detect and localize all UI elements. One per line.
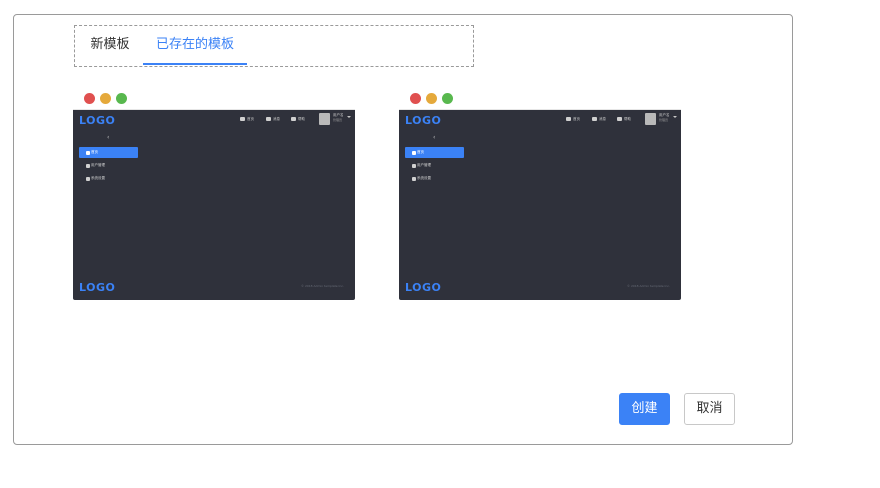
preview-menu-item-home: 首页 <box>79 147 138 158</box>
preview-nav-messages-label: 消息 <box>273 117 280 121</box>
footer-logo: LOGO <box>405 281 442 294</box>
preview-nav-messages-label: 消息 <box>599 117 606 121</box>
preview-menu-item-users: 用户管理 <box>79 160 138 171</box>
message-icon <box>592 117 597 121</box>
preview-nav-messages: 消息 <box>266 117 280 122</box>
chevron-down-icon <box>347 116 351 118</box>
collapse-chevron-icon: ‹ <box>433 134 436 141</box>
preview-menu-label: 用户管理 <box>91 163 105 167</box>
window-titlebar <box>399 86 681 110</box>
preview-nav-help: 帮助 <box>291 117 305 122</box>
home-icon <box>412 151 416 155</box>
preview-nav-home: 首页 <box>566 117 580 122</box>
preview-menu-item-users: 用户管理 <box>405 160 464 171</box>
preview-menu-label: 系统设置 <box>417 176 431 180</box>
preview-user-role: 管理员 <box>659 118 669 122</box>
footer-logo: LOGO <box>79 281 116 294</box>
home-icon <box>566 117 571 121</box>
preview-user-role: 管理员 <box>333 118 343 122</box>
preview-copyright: © 2018 Admin template Inc. <box>627 284 670 288</box>
home-icon <box>86 151 90 155</box>
window-titlebar <box>73 86 355 110</box>
template-thumbnail-1[interactable]: LOGO 首页 消息 帮助 用户名 管理员 ‹ 首页 用户管理 系统设置 LOG… <box>73 86 355 300</box>
tab-new-template[interactable]: 新模板 <box>83 26 137 65</box>
message-icon <box>266 117 271 121</box>
preview-nav-home-label: 首页 <box>247 117 254 121</box>
create-button[interactable]: 创建 <box>619 393 670 425</box>
help-icon <box>291 117 296 121</box>
user-icon <box>412 164 416 168</box>
preview-menu-item-settings: 系统设置 <box>405 173 464 184</box>
user-icon <box>86 164 90 168</box>
preview-nav-help-label: 帮助 <box>298 117 305 121</box>
home-icon <box>240 117 245 121</box>
cancel-button[interactable]: 取消 <box>684 393 735 425</box>
tab-existing-templates[interactable]: 已存在的模板 <box>143 26 247 65</box>
close-dot-icon <box>84 93 95 104</box>
maximize-dot-icon <box>442 93 453 104</box>
preview-copyright: © 2018 Admin template Inc. <box>301 284 344 288</box>
avatar <box>319 113 330 125</box>
template-tabs: 新模板 已存在的模板 <box>74 25 474 67</box>
preview-menu-item-home: 首页 <box>405 147 464 158</box>
gear-icon <box>86 177 90 181</box>
preview-nav-home-label: 首页 <box>573 117 580 121</box>
preview-menu-label: 系统设置 <box>91 176 105 180</box>
template-thumbnail-2[interactable]: LOGO 首页 消息 帮助 用户名 管理员 ‹ 首页 用户管理 系统设置 LOG… <box>399 86 681 300</box>
help-icon <box>617 117 622 121</box>
maximize-dot-icon <box>116 93 127 104</box>
chevron-down-icon <box>673 116 677 118</box>
template-preview-screen: LOGO 首页 消息 帮助 用户名 管理员 ‹ 首页 用户管理 系统设置 LOG… <box>399 110 681 300</box>
gear-icon <box>412 177 416 181</box>
minimize-dot-icon <box>426 93 437 104</box>
close-dot-icon <box>410 93 421 104</box>
preview-menu-label: 首页 <box>91 150 98 154</box>
preview-nav-help: 帮助 <box>617 117 631 122</box>
preview-nav-help-label: 帮助 <box>624 117 631 121</box>
minimize-dot-icon <box>100 93 111 104</box>
preview-menu-item-settings: 系统设置 <box>79 173 138 184</box>
template-preview-screen: LOGO 首页 消息 帮助 用户名 管理员 ‹ 首页 用户管理 系统设置 LOG… <box>73 110 355 300</box>
preview-menu-label: 首页 <box>417 150 424 154</box>
header-logo: LOGO <box>79 114 116 127</box>
active-tab-indicator <box>143 63 247 65</box>
collapse-chevron-icon: ‹ <box>107 134 110 141</box>
preview-nav-home: 首页 <box>240 117 254 122</box>
preview-menu-label: 用户管理 <box>417 163 431 167</box>
avatar <box>645 113 656 125</box>
header-logo: LOGO <box>405 114 442 127</box>
preview-nav-messages: 消息 <box>592 117 606 122</box>
template-dialog: 新模板 已存在的模板 LOGO 首页 消息 帮助 用户名 管理员 ‹ 首页 用户… <box>13 14 793 445</box>
